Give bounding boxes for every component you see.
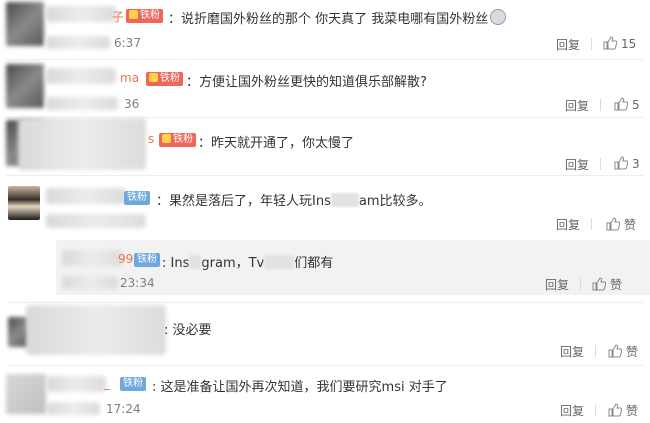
comment-list: 子 铁粉 ：说折磨国外粉丝的那个 你天真了 我菜电哪有国外粉丝 6:37 回复 …	[0, 0, 650, 423]
username[interactable]: s	[148, 132, 154, 146]
comment-text: : Ins gram，Tv 们都有	[162, 255, 334, 271]
comment-text: ：果然是落后了，年轻人玩Ins am比较多。	[156, 193, 432, 209]
fan-badge: 铁粉	[146, 72, 183, 86]
comment-text: : 这是准备让国外再次知道，我们要研究msi 对手了	[152, 380, 448, 395]
divider	[591, 38, 592, 50]
thumbs-up-icon	[603, 36, 617, 50]
reply-button[interactable]: 回复	[556, 36, 580, 53]
fan-badge: 铁粉	[120, 377, 146, 391]
comment-item: : 没必要 回复 赞	[0, 303, 650, 363]
like-button[interactable]: 赞	[608, 343, 638, 360]
time-blurred	[46, 214, 146, 228]
username[interactable]: 子	[112, 8, 124, 25]
reply-button[interactable]: 回复	[556, 216, 580, 233]
comment-text: : 没必要	[164, 323, 212, 338]
comment-item: s 铁粉 ：昨天就开通了，你太慢了 回复 3	[0, 118, 650, 174]
timestamp: 17:24	[106, 402, 141, 416]
fan-badge: 铁粉	[134, 253, 160, 267]
timestamp: 6:37	[114, 36, 141, 50]
time-blurred	[46, 97, 118, 110]
username-blurred[interactable]	[46, 188, 126, 204]
divider	[591, 218, 592, 230]
comment-text: ：方便让国外粉丝更快的知道俱乐部解散?	[186, 75, 427, 90]
fan-badge: 铁粉	[124, 191, 150, 205]
reply-button[interactable]: 回复	[545, 276, 569, 293]
comment-item: _ 铁粉 : 这是准备让国外再次知道，我们要研究msi 对手了 17:24 回复…	[0, 366, 650, 423]
thumbs-up-icon	[592, 277, 606, 291]
redacted-mask	[330, 193, 359, 207]
timestamp: 23:34	[120, 276, 155, 290]
redacted-mask	[264, 255, 295, 269]
like-button[interactable]: 赞	[608, 402, 638, 419]
username-blurred[interactable]	[46, 376, 106, 392]
fan-badge: 铁粉	[159, 133, 196, 147]
time-blurred	[46, 402, 100, 415]
like-button[interactable]: 5	[614, 97, 640, 112]
comment-item: 铁粉 ：果然是落后了，年轻人玩Ins am比较多。 回复 赞	[0, 176, 650, 240]
username[interactable]: 99	[118, 252, 133, 266]
avatar[interactable]	[6, 374, 46, 414]
comment-item: ma 铁粉 ：方便让国外粉丝更快的知道俱乐部解散? 36 回复 5	[0, 60, 650, 116]
comment-text: ：昨天就开通了，你太慢了	[198, 136, 355, 151]
username-blurred[interactable]	[62, 250, 122, 266]
avatar[interactable]	[8, 186, 40, 220]
like-button[interactable]: 15	[603, 36, 636, 51]
username-blurred[interactable]	[46, 6, 116, 22]
username-blurred[interactable]	[26, 305, 166, 355]
thumbs-up-icon	[614, 97, 628, 111]
divider	[595, 345, 596, 357]
thumbs-up-icon	[608, 344, 622, 358]
username[interactable]: _	[104, 376, 110, 390]
comment-text: ：说折磨国外粉丝的那个 你天真了 我菜电哪有国外粉丝	[168, 8, 507, 27]
divider	[580, 278, 581, 290]
reply-button[interactable]: 回复	[560, 402, 584, 419]
crown-badge-icon	[129, 10, 138, 19]
redacted-mask	[189, 255, 202, 269]
fan-badge: 铁粉	[126, 9, 163, 23]
time-blurred	[62, 276, 118, 289]
reply-button[interactable]: 回复	[565, 156, 589, 173]
crown-badge-icon	[149, 73, 158, 82]
username-blurred[interactable]	[18, 118, 146, 170]
like-button[interactable]: 赞	[606, 216, 636, 233]
comment-item: 子 铁粉 ：说折磨国外粉丝的那个 你天真了 我菜电哪有国外粉丝 6:37 回复 …	[0, 0, 650, 58]
divider	[595, 404, 596, 416]
thumbs-up-icon	[608, 403, 622, 417]
like-button[interactable]: 赞	[592, 276, 622, 293]
username[interactable]: ma	[120, 71, 139, 85]
divider	[600, 158, 601, 170]
time-blurred	[46, 36, 110, 49]
emoji-icon	[490, 9, 507, 25]
thumbs-up-icon	[614, 156, 628, 170]
avatar[interactable]	[6, 64, 44, 108]
like-button[interactable]: 3	[614, 156, 640, 171]
reply-button[interactable]: 回复	[560, 343, 584, 360]
sub-reply-box: 99 铁粉 : Ins gram，Tv 们都有 23:34 回复 赞	[56, 240, 650, 295]
divider	[600, 99, 601, 111]
timestamp: 36	[124, 97, 140, 111]
avatar[interactable]	[6, 2, 44, 46]
reply-button[interactable]: 回复	[565, 97, 589, 114]
thumbs-up-icon	[606, 217, 620, 231]
username-blurred[interactable]	[46, 68, 116, 84]
crown-badge-icon	[162, 134, 171, 143]
